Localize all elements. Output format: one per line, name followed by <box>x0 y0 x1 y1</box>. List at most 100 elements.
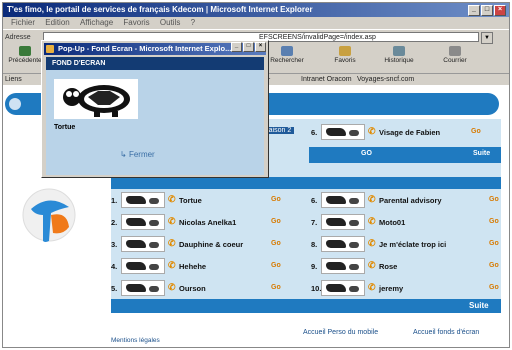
list-item[interactable]: 6. ✆ Parental advisory Go <box>311 191 501 209</box>
go-link[interactable]: Go <box>471 128 481 135</box>
close-arrow-icon: ↳ <box>120 150 127 159</box>
popup-title: Pop-Up - Fond Ecran - Microsoft Internet… <box>58 44 232 53</box>
close-button[interactable]: × <box>494 5 506 16</box>
phone-icon: ✆ <box>368 282 376 292</box>
list-item[interactable]: 7. ✆ Moto01 Go <box>311 213 501 231</box>
history-icon <box>393 46 405 56</box>
phone-icon: ✆ <box>168 238 176 248</box>
popup-item-name: Tortue <box>54 124 76 131</box>
go-link[interactable]: Go <box>489 240 499 247</box>
suite-button-top[interactable]: Suite <box>473 150 490 157</box>
mail-label: Courrier <box>443 57 467 64</box>
popup-content: FOND D'ECRAN Tortue ↳ Fermer <box>46 57 264 175</box>
go-link[interactable]: Go <box>271 284 281 291</box>
thumbnail-image <box>321 124 365 140</box>
favorites-button[interactable]: Favoris <box>325 46 365 64</box>
suite-button-bottom[interactable]: Suite <box>469 301 489 310</box>
menu-view[interactable]: Affichage <box>80 18 113 27</box>
thumbnail-image <box>121 192 165 208</box>
search-button[interactable]: Rechercher <box>267 46 307 64</box>
popup-maximize-button[interactable]: □ <box>243 42 254 52</box>
link-voyages[interactable]: Voyages-sncf.com <box>357 74 414 85</box>
address-dropdown-icon[interactable]: ▼ <box>481 32 493 44</box>
list-item[interactable]: 2. ✆ Nicolas Anelka1 Go <box>111 213 301 231</box>
mentions-legales-link[interactable]: Mentions légales <box>111 337 160 344</box>
popup-window-controls: _ □ × <box>231 42 266 52</box>
back-arrow-icon <box>19 46 31 56</box>
menu-favorites[interactable]: Favoris <box>123 18 149 27</box>
popup-header: FOND D'ECRAN <box>46 57 264 70</box>
thumbnail-image <box>321 280 365 296</box>
list-header-bar <box>111 177 501 189</box>
go-button[interactable]: GO <box>361 150 372 157</box>
phone-icon: ✆ <box>168 282 176 292</box>
menu-help[interactable]: ? <box>191 18 195 27</box>
menu-file[interactable]: Fichier <box>11 18 35 27</box>
phone-icon: ✆ <box>368 194 376 204</box>
window-controls: _ □ × <box>468 5 506 16</box>
thumbnail-image <box>321 236 365 252</box>
thumbnail-image <box>121 214 165 230</box>
brand-logo <box>22 188 76 242</box>
menu-tools[interactable]: Outils <box>160 18 180 27</box>
list-item[interactable]: 9. ✆ Rose Go <box>311 257 501 275</box>
popup-minimize-button[interactable]: _ <box>231 42 242 52</box>
phone-icon: ✆ <box>368 126 376 136</box>
thumbnail-image <box>121 258 165 274</box>
phone-icon: ✆ <box>168 194 176 204</box>
thumbnail-image <box>321 258 365 274</box>
thumbnail-image <box>121 280 165 296</box>
tortue-image <box>54 79 138 119</box>
list-item[interactable]: 8. ✆ Je m'éclate trop ici Go <box>311 235 501 253</box>
thumbnail-image <box>321 192 365 208</box>
thumbnail-image <box>321 214 365 230</box>
mail-icon <box>449 46 461 56</box>
saison-bar: GO Suite <box>309 147 501 163</box>
go-link[interactable]: Go <box>271 262 281 269</box>
list-item[interactable]: 3. ✆ Dauphine & coeur Go <box>111 235 301 253</box>
list-item[interactable]: 1. ✆ Tortue Go <box>111 191 301 209</box>
go-link[interactable]: Go <box>271 218 281 225</box>
browser-window: T'es fimo, le portail de services de fra… <box>2 2 510 348</box>
history-button[interactable]: Historique <box>379 46 419 64</box>
thumbnail-image <box>121 236 165 252</box>
go-link[interactable]: Go <box>271 240 281 247</box>
back-button[interactable]: Précédente <box>5 46 45 64</box>
mail-button[interactable]: Courrier <box>435 46 475 64</box>
favorites-icon <box>339 46 351 56</box>
phone-icon: ✆ <box>168 216 176 226</box>
phone-icon: ✆ <box>168 260 176 270</box>
history-label: Historique <box>384 57 414 64</box>
go-link[interactable]: Go <box>489 262 499 269</box>
back-label: Précédente <box>8 57 42 64</box>
go-link[interactable]: Go <box>489 284 499 291</box>
list-item[interactable]: 10. ✆ jeremy Go <box>311 279 501 297</box>
minimize-button[interactable]: _ <box>468 5 480 16</box>
list-item[interactable]: 6. ✆ Visage de Fabien Go <box>311 123 501 141</box>
accueil-perso-link[interactable]: Accueil Perso du mobile <box>303 329 378 336</box>
search-icon <box>281 46 293 56</box>
maximize-button[interactable]: □ <box>481 5 493 16</box>
links-label: Liens <box>5 76 22 83</box>
popup-window: Pop-Up - Fond Ecran - Microsoft Internet… <box>41 40 269 178</box>
list-footer-bar: Suite <box>111 299 501 313</box>
accueil-fonds-link[interactable]: Accueil fonds d'écran <box>413 329 479 336</box>
window-titlebar: T'es fimo, le portail de services de fra… <box>3 3 509 17</box>
menu-edit[interactable]: Edition <box>45 18 69 27</box>
fermer-button[interactable]: ↳ Fermer <box>120 150 155 159</box>
go-link[interactable]: Go <box>271 196 281 203</box>
list-item[interactable]: 4. ✆ Hehehe Go <box>111 257 301 275</box>
ie-icon <box>46 45 54 53</box>
phone-icon: ✆ <box>368 238 376 248</box>
phone-icon: ✆ <box>368 260 376 270</box>
go-link[interactable]: Go <box>489 218 499 225</box>
list-item[interactable]: 5. ✆ Ourson Go <box>111 279 301 297</box>
band-knob <box>9 98 21 110</box>
search-label: Rechercher <box>270 57 304 64</box>
link-intranet[interactable]: Intranet Oracom <box>301 74 352 85</box>
phone-icon: ✆ <box>368 216 376 226</box>
address-label: Adresse <box>5 34 31 41</box>
go-link[interactable]: Go <box>489 196 499 203</box>
menu-bar: Fichier Edition Affichage Favoris Outils… <box>3 17 509 29</box>
popup-close-button[interactable]: × <box>255 42 266 52</box>
